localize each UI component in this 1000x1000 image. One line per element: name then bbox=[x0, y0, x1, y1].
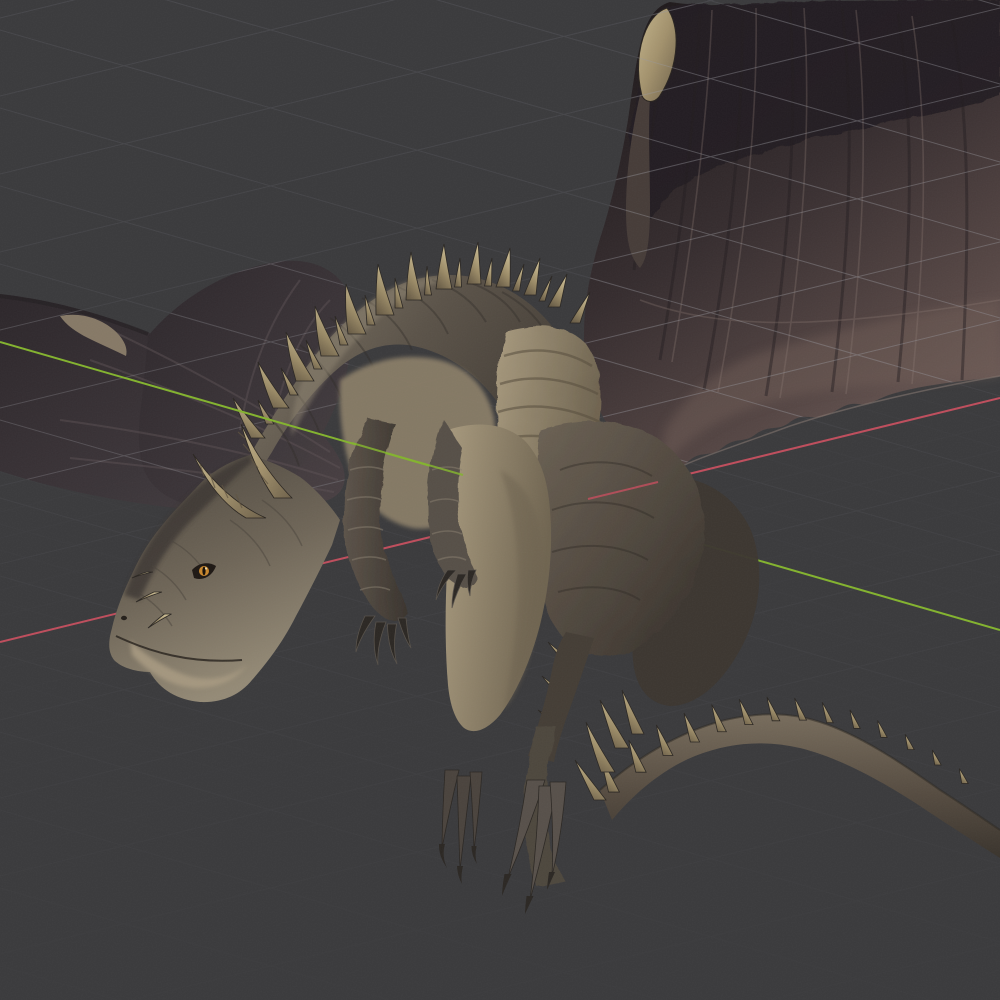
3d-viewport[interactable] bbox=[0, 0, 1000, 1000]
viewport-grain bbox=[0, 0, 1000, 1000]
